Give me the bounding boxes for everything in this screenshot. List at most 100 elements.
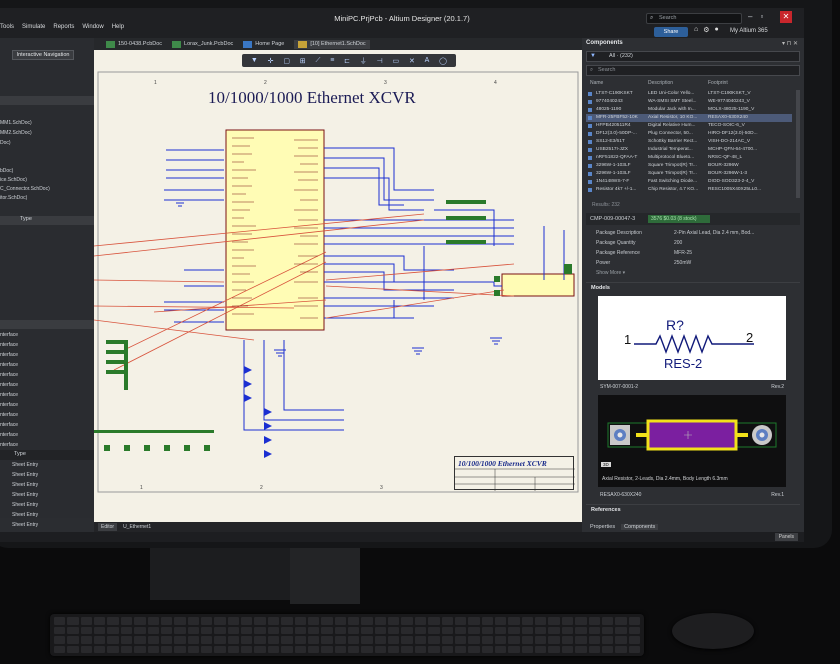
cell-name: LTST-C190KSKT: [596, 91, 633, 96]
file-item[interactable]: MM2.SchDoc): [0, 130, 32, 136]
file-item[interactable]: C_Connector.SchDoc): [0, 186, 50, 192]
interface-item[interactable]: nterface: [0, 442, 18, 448]
filter-icon[interactable]: ▼: [251, 57, 258, 64]
sheet-entry-item[interactable]: Sheet Entry: [12, 462, 38, 468]
component-search-input[interactable]: ⌕ Search: [586, 65, 800, 76]
table-row[interactable]: SS12-E3/61T Schottky Barrier Rect... VISH-…: [586, 138, 792, 146]
directive-icon[interactable]: ✕: [409, 57, 415, 65]
move-icon[interactable]: ✛: [268, 57, 274, 65]
tab-u-ethernet1[interactable]: U_Ethernet1: [123, 524, 151, 530]
tab-properties[interactable]: Properties: [590, 524, 615, 530]
panel-pin-icon[interactable]: ▾ ⊓ ✕: [782, 40, 798, 47]
keyboard-key: [575, 626, 587, 634]
table-row[interactable]: LTST-C190KSKT LED Uni-Color Yello... LTST-…: [586, 90, 792, 98]
interface-item[interactable]: nterface: [0, 352, 18, 358]
table-row[interactable]: nRF51822-QFAA-T Multiprotocol Blueto... NR…: [586, 154, 792, 162]
bus-icon[interactable]: ≡: [330, 57, 334, 64]
search-icon: ⌕: [650, 15, 654, 21]
interface-item[interactable]: nterface: [0, 432, 18, 438]
user-icon[interactable]: ●: [715, 26, 719, 34]
table-row[interactable]: 3296W-1-103LF Square Trimpot(R) Tr... BOUR…: [586, 170, 792, 178]
menu-tools[interactable]: Tools: [0, 24, 14, 30]
interface-item[interactable]: nterface: [0, 412, 18, 418]
tab-pcb-150[interactable]: 150-0438.PcbDoc: [106, 40, 162, 48]
tab-home[interactable]: Home Page: [243, 40, 284, 48]
column-header-name[interactable]: Name: [590, 80, 603, 86]
keyboard-key: [401, 636, 413, 644]
home-icon[interactable]: ⌂: [694, 26, 698, 34]
text-icon[interactable]: A: [425, 57, 430, 64]
tab-pcb-lorax[interactable]: Lorax_Junk.PcbDoc: [172, 40, 233, 48]
sheet-entry-item[interactable]: Sheet Entry: [12, 512, 38, 518]
wire-icon[interactable]: ⟋: [315, 57, 320, 65]
sheet-entry-item[interactable]: Sheet Entry: [12, 482, 38, 488]
schematic-editor[interactable]: 1 2 3 4 1 2 3 4 ▼ ✛ ▢ ⊞ ⟋ ≡ ⊏ ⏚ ⊣: [94, 50, 582, 522]
tab-editor[interactable]: Editor: [98, 523, 118, 531]
file-item[interactable]: itor.SchDoc): [0, 195, 27, 201]
keyboard-key: [481, 617, 493, 625]
file-item[interactable]: MM1.SchDoc): [0, 120, 32, 126]
table-row-selected[interactable]: MFR-25FBF52-10K Axial Resistor, 10 KO... R…: [586, 114, 792, 122]
menu-help[interactable]: Help: [112, 24, 124, 30]
file-item[interactable]: Doc): [0, 140, 11, 146]
show-more-link[interactable]: Show More ▾: [596, 270, 625, 276]
table-row[interactable]: 48025-1190 Modular Jack with In... MOLX-48…: [586, 106, 792, 114]
keyboard-key: [414, 626, 427, 634]
column-header-description[interactable]: Description: [648, 80, 673, 86]
keyboard-key: [307, 645, 320, 653]
panel-bottom-tabs: Properties Components: [590, 524, 659, 530]
interface-item[interactable]: nterface: [0, 362, 18, 368]
cell-name: 3296W-1-103LF: [596, 163, 631, 168]
interface-item[interactable]: nterface: [0, 402, 18, 408]
file-item[interactable]: ice.SchDoc): [0, 177, 27, 183]
harness-icon[interactable]: ⊣: [377, 57, 383, 65]
references-section-header[interactable]: References: [586, 504, 800, 514]
table-row[interactable]: HFPB420511R4 Digital Relative Hum... TECO-…: [586, 122, 792, 130]
panels-button[interactable]: Panels: [774, 533, 798, 541]
category-filter-select[interactable]: ▼ All · (232): [586, 51, 800, 62]
power-port-icon[interactable]: ⏚: [360, 56, 367, 66]
models-header-label: Models: [591, 285, 610, 291]
file-item[interactable]: bDoc): [0, 168, 13, 174]
column-header-footprint[interactable]: Footprint: [708, 80, 728, 86]
models-section-header[interactable]: Models: [586, 282, 800, 292]
3d-toggle-button[interactable]: 3D: [601, 462, 611, 467]
sheet-entry-item[interactable]: Sheet Entry: [12, 502, 38, 508]
share-button[interactable]: Share: [654, 27, 688, 37]
menu-window[interactable]: Window: [82, 24, 103, 30]
interactive-navigation-button[interactable]: Interactive Navigation: [12, 50, 74, 60]
menu-simulate[interactable]: Simulate: [22, 24, 45, 30]
account-label[interactable]: My Altium 365: [730, 28, 768, 34]
close-icon[interactable]: ✕: [780, 11, 792, 23]
keyboard-key: [374, 636, 387, 644]
tab-components[interactable]: Components: [621, 524, 659, 530]
menu-reports[interactable]: Reports: [53, 24, 74, 30]
port-icon[interactable]: ▭: [393, 57, 400, 65]
table-row[interactable]: DF12(3.0)-50DP-... Plug Connector, 50... H…: [586, 130, 792, 138]
interface-item[interactable]: nterface: [0, 342, 18, 348]
table-row[interactable]: 1N4148WS-7-F Fast Switching Diode... DIOD-…: [586, 178, 792, 186]
table-scrollbar[interactable]: [796, 90, 800, 198]
net-label-icon[interactable]: ⊏: [344, 57, 350, 65]
global-search-input[interactable]: ⌕ Search: [646, 13, 742, 24]
select-icon[interactable]: ▢: [283, 57, 290, 65]
align-icon[interactable]: ⊞: [300, 57, 306, 65]
sheet-entry-item[interactable]: Sheet Entry: [12, 492, 38, 498]
sheet-entry-item[interactable]: Sheet Entry: [12, 472, 38, 478]
gear-icon[interactable]: ⚙: [703, 26, 709, 34]
table-row[interactable]: 9774040243 WA-SMSI SMT Steel... WE-9774040…: [586, 98, 792, 106]
table-row[interactable]: 3296W-1-103LF Square Trimpot(R) Tr... BOUR…: [586, 162, 792, 170]
sheet-entry-item[interactable]: Sheet Entry: [12, 522, 38, 528]
interface-item[interactable]: nterface: [0, 392, 18, 398]
interface-item[interactable]: nterface: [0, 372, 18, 378]
maximize-icon[interactable]: ▫: [760, 12, 763, 21]
keyboard-key: [174, 617, 186, 625]
shape-icon[interactable]: ◯: [439, 57, 447, 65]
interface-item[interactable]: nterface: [0, 332, 18, 338]
interface-item[interactable]: nterface: [0, 422, 18, 428]
minimize-icon[interactable]: –: [748, 12, 752, 21]
interface-item[interactable]: nterface: [0, 382, 18, 388]
table-row[interactable]: Resistor 4k7 +/-1... Chip Resistor, 4.7 K…: [586, 186, 792, 194]
tab-ethernet-schdoc[interactable]: [10] Ethernet1.SchDoc: [294, 39, 370, 49]
table-row[interactable]: USB2517I-JZX Industrial Temperat... MCHP-Q…: [586, 146, 792, 154]
